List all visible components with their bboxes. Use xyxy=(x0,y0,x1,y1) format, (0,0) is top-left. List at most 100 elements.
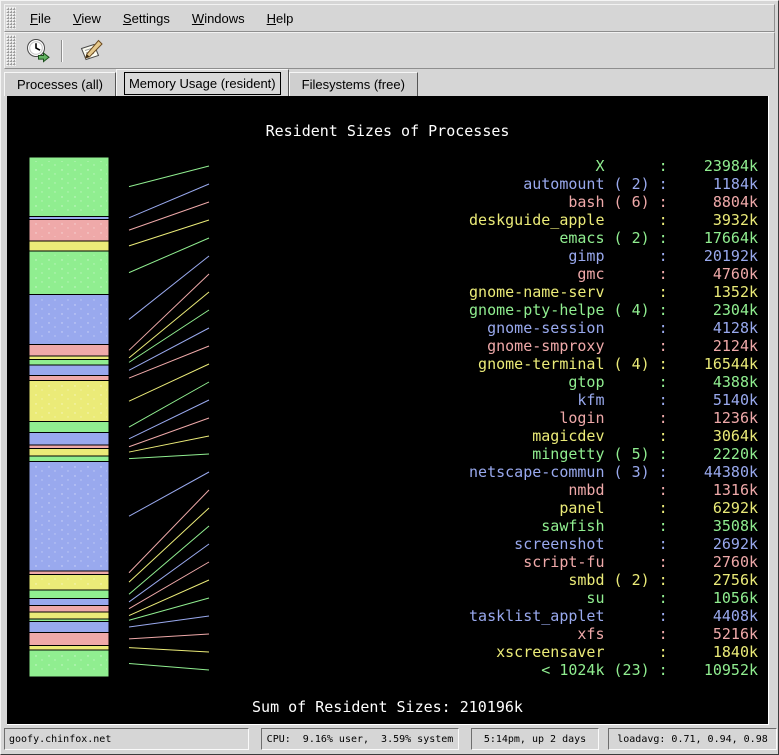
loadavg-text: loadavg: 0.71, 0.94, 0.98 xyxy=(617,734,768,745)
tab-label: Processes (all) xyxy=(13,74,107,95)
gtop-window: FileViewSettingsWindowsHelp Processes (a… xyxy=(0,0,779,755)
tab-bar: Processes (all) Memory Usage (resident) Fi… xyxy=(4,69,418,96)
connector-line-screenshot xyxy=(129,544,209,602)
process-row-nmbd: nmbd : 1316k xyxy=(469,481,758,499)
tab-label: Filesystems (free) xyxy=(298,74,409,95)
connector-line-netscape-commun xyxy=(129,472,209,516)
process-row-gmc: gmc : 4760k xyxy=(469,265,758,283)
connector-line-xscreensaver xyxy=(129,648,209,652)
connector-line-bash xyxy=(129,202,209,230)
connector-line-kfm xyxy=(129,400,209,439)
menu-item-settings[interactable]: Settings xyxy=(112,6,181,31)
process-row-gnome-smproxy: gnome-smproxy : 2124k xyxy=(469,337,758,355)
process-row-xscreensaver: xscreensaver : 1840k xyxy=(469,643,758,661)
timer-button[interactable] xyxy=(22,36,54,66)
menu-item-windows[interactable]: Windows xyxy=(181,6,256,31)
connector-line-gnome-session xyxy=(129,328,209,370)
process-row-gtop: gtop : 4388k xyxy=(469,373,758,391)
connector-line-x xyxy=(129,166,209,187)
process-row-gnome-terminal: gnome-terminal ( 4) : 16544k xyxy=(469,355,758,373)
menubar-grip-handle[interactable] xyxy=(6,7,16,29)
process-row-script-fu: script-fu : 2760k xyxy=(469,553,758,571)
connector-line-xfs xyxy=(129,634,209,639)
memory-usage-chart: Resident Sizes of Processes X : 23984k a… xyxy=(7,96,769,725)
menu-item-view[interactable]: View xyxy=(62,6,112,31)
connector-line-gnome-terminal xyxy=(129,364,209,401)
process-row-tasklist-applet: tasklist_applet : 4408k xyxy=(469,607,758,625)
tab-memory-usage-resident[interactable]: Memory Usage (resident) xyxy=(116,69,289,96)
connector-line-gimp xyxy=(129,256,209,319)
statusbar-clock-uptime: 5:14pm, up 2 days xyxy=(471,728,599,750)
process-row-login: login : 1236k xyxy=(469,409,758,427)
process-row-smbd: smbd ( 2) : 2756k xyxy=(469,571,758,589)
statusbar-hostname: goofy.chinfox.net xyxy=(4,728,249,750)
cpu-text: CPU: 9.16% user, 3.59% system xyxy=(267,734,454,745)
connector-line-gnome-smproxy xyxy=(129,346,209,378)
sum-label: Sum of Resident Sizes: 210196k xyxy=(7,698,768,716)
connector-line-deskguide-apple xyxy=(129,220,209,246)
connector-line-tasklist-applet xyxy=(129,616,209,627)
connector-line-gnome-pty-helpe xyxy=(129,310,209,362)
process-row-gnome-name-serv: gnome-name-serv : 1352k xyxy=(469,283,758,301)
process-row-1024k: < 1024k (23) : 10952k xyxy=(469,661,758,679)
process-row-deskguide-apple: deskguide_apple : 3932k xyxy=(469,211,758,229)
bar-segment-sawfish xyxy=(29,590,109,599)
connector-line-gtop xyxy=(129,382,209,427)
connector-line-gnome-name-serv xyxy=(129,292,209,358)
bar-segment-tasklist-applet xyxy=(29,622,109,633)
hostname-text: goofy.chinfox.net xyxy=(9,734,111,745)
toolbar-grip-handle[interactable] xyxy=(6,35,16,66)
bar-segment-smbd xyxy=(29,612,109,619)
bar-segment-screenshot xyxy=(29,599,109,606)
process-row-bash: bash ( 6) : 8804k xyxy=(469,193,758,211)
bar-segment-gnome-name-serv xyxy=(29,356,109,359)
tab-processes-all[interactable]: Processes (all) xyxy=(4,72,116,96)
process-row-netscape-commun: netscape-commun ( 3) : 44380k xyxy=(469,463,758,481)
connector-line-gmc xyxy=(129,274,209,350)
bar-segment-gnome-pty-helpe xyxy=(29,360,109,366)
process-row-automount: automount ( 2) : 1184k xyxy=(469,175,758,193)
tab-filesystems-free[interactable]: Filesystems (free) xyxy=(289,72,418,96)
process-row-gnome-session: gnome-session : 4128k xyxy=(469,319,758,337)
process-row-emacs: emacs ( 2) : 17664k xyxy=(469,229,758,247)
connector-line-automount xyxy=(129,184,209,218)
clock-uptime-text: 5:14pm, up 2 days xyxy=(484,734,586,745)
process-row-gnome-pty-helpe: gnome-pty-helpe ( 4) : 2304k xyxy=(469,301,758,319)
bar-segment-gtop xyxy=(29,422,109,433)
bar-segment-gnome-session xyxy=(29,365,109,375)
bar-segment-kfm xyxy=(29,432,109,445)
menu-item-file[interactable]: File xyxy=(19,6,62,31)
process-row-kfm: kfm : 5140k xyxy=(469,391,758,409)
process-row-x: X : 23984k xyxy=(469,157,758,175)
menu-bar: FileViewSettingsWindowsHelp xyxy=(4,4,775,32)
menu-item-help[interactable]: Help xyxy=(256,6,305,31)
toolbar-separator xyxy=(61,40,63,62)
bar-segment-gmc xyxy=(29,344,109,356)
timer-icon xyxy=(25,38,51,64)
edit-button[interactable] xyxy=(75,36,107,66)
connector-line-panel xyxy=(129,508,209,582)
connector-line-mingetty xyxy=(129,454,209,459)
process-row-magicdev: magicdev : 3064k xyxy=(469,427,758,445)
statusbar-cpu: CPU: 9.16% user, 3.59% system xyxy=(261,728,459,750)
tab-label: Memory Usage (resident) xyxy=(125,73,280,94)
process-row-su: su : 1056k xyxy=(469,589,758,607)
edit-icon xyxy=(78,38,104,64)
bar-segment-deskguide-apple xyxy=(29,241,109,251)
process-row-gimp: gimp : 20192k xyxy=(469,247,758,265)
process-row-screenshot: screenshot : 2692k xyxy=(469,535,758,553)
connector-line-magicdev xyxy=(129,436,209,452)
bar-segment-mingetty xyxy=(29,456,109,461)
connector-line-login xyxy=(129,418,209,447)
statusbar-loadavg: loadavg: 0.71, 0.94, 0.98 xyxy=(608,728,777,750)
connector-line-1024k xyxy=(129,663,209,670)
process-row-xfs: xfs : 5216k xyxy=(469,625,758,643)
menu-items: FileViewSettingsWindowsHelp xyxy=(19,5,304,31)
connector-line-emacs xyxy=(129,238,209,273)
bar-segment-magicdev xyxy=(29,448,109,456)
process-row-panel: panel : 6292k xyxy=(469,499,758,517)
process-row-mingetty: mingetty ( 5) : 2220k xyxy=(469,445,758,463)
bar-segment-gnome-smproxy xyxy=(29,375,109,380)
process-row-sawfish: sawfish : 3508k xyxy=(469,517,758,535)
bar-segment-xfs xyxy=(29,632,109,645)
